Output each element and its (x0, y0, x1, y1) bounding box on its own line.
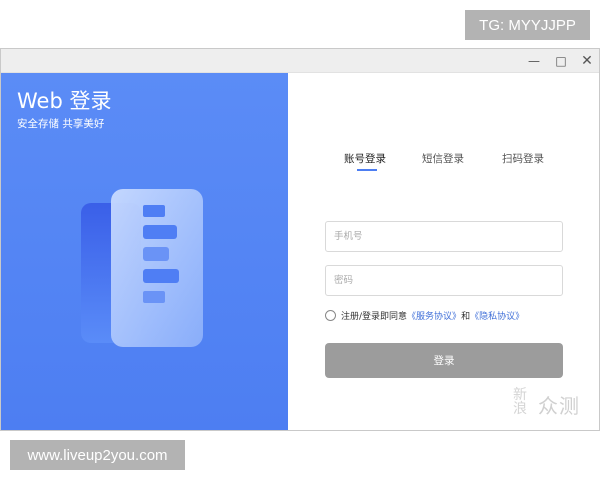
agreement-and-text: 和 (461, 311, 471, 322)
bottom-watermark-badge: www.liveup2you.com (10, 440, 185, 470)
agreement-text: 注册/登录即同意 (341, 311, 408, 322)
active-tab-indicator (357, 169, 377, 171)
login-form-panel: 账号登录 短信登录 扫码登录 注册/登录即同意 《服务协议》 和 《隐私协议》 … (288, 73, 599, 430)
maximize-icon[interactable]: □ (549, 52, 573, 70)
service-agreement-link[interactable]: 《服务协议》 (407, 309, 461, 322)
privacy-agreement-link[interactable]: 《隐私协议》 (470, 309, 524, 322)
agreement-row: 注册/登录即同意 《服务协议》 和 《隐私协议》 (325, 308, 524, 322)
password-input[interactable] (325, 265, 563, 296)
watermark-text: 众测 (538, 394, 580, 418)
login-tabs: 账号登录 短信登录 扫码登录 (288, 151, 599, 175)
minimize-icon[interactable]: — (522, 52, 546, 70)
brand-title: Web 登录 (17, 89, 112, 113)
login-button[interactable]: 登录 (325, 343, 563, 378)
brand-panel: Web 登录 安全存储 共享美好 (1, 73, 288, 430)
tab-sms-login[interactable]: 短信登录 (422, 151, 464, 166)
top-watermark-badge: TG: MYYJJPP (465, 10, 590, 40)
title-bar: — □ ✕ (1, 49, 599, 73)
agree-radio[interactable] (325, 309, 336, 321)
tab-account-login[interactable]: 账号登录 (344, 151, 386, 166)
document-illustration-icon (81, 189, 203, 347)
close-icon[interactable]: ✕ (575, 52, 599, 70)
tab-qr-login[interactable]: 扫码登录 (502, 151, 544, 166)
watermark-logo: 新浪 (513, 387, 527, 417)
brand-subtitle: 安全存储 共享美好 (17, 118, 105, 130)
login-window: — □ ✕ Web 登录 安全存储 共享美好 账号登录 短信登录 扫码登录 手机… (0, 48, 600, 431)
phone-input[interactable] (325, 221, 563, 252)
